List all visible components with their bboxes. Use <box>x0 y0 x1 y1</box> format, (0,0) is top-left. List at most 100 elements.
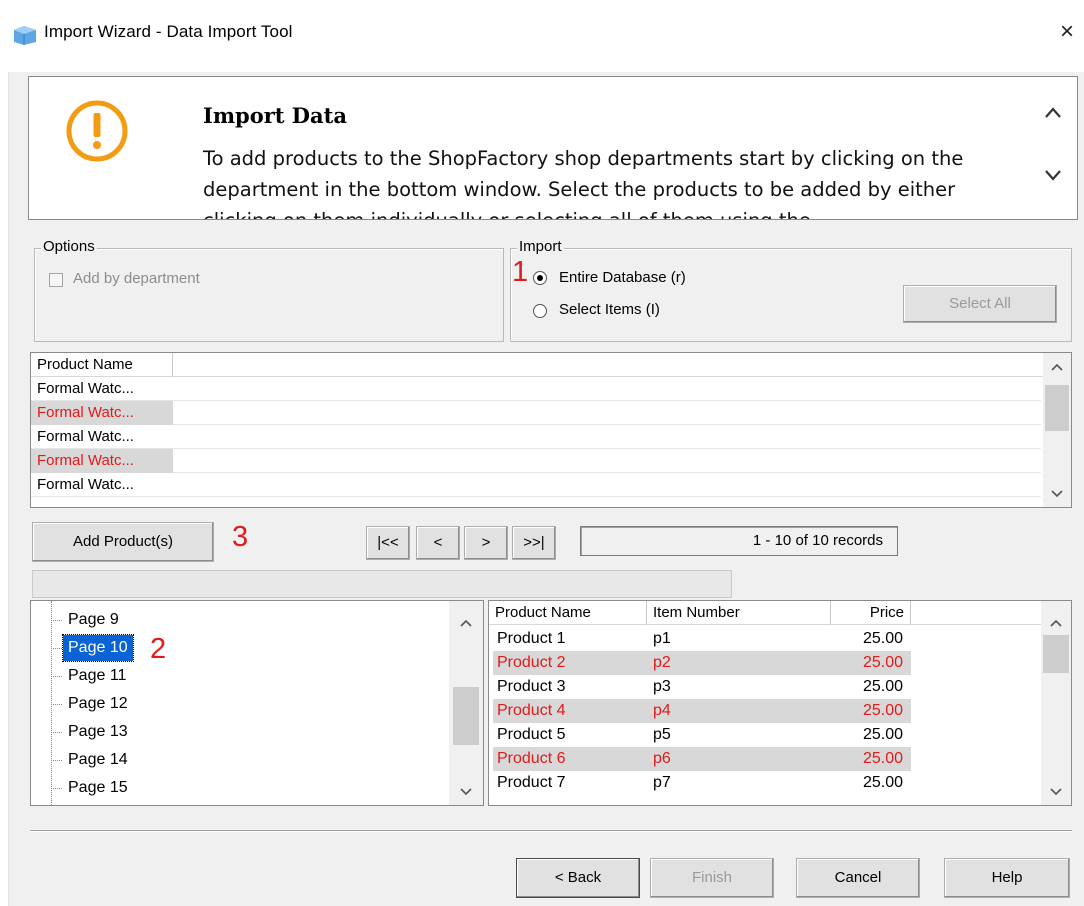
table-row[interactable]: Product 6 p6 25.00 <box>489 747 1041 771</box>
title-bar: Import Wizard - Data Import Tool × <box>0 0 1084 72</box>
product-name-cell: Product 5 <box>497 726 566 743</box>
tree-connector <box>51 732 62 733</box>
next-page-button[interactable]: > <box>464 526 508 560</box>
entire-database-radio[interactable] <box>533 271 547 285</box>
product-table-scrollbar[interactable] <box>1041 601 1071 805</box>
select-items-label[interactable]: Select Items (I) <box>559 301 660 318</box>
column-header-price[interactable]: Price <box>831 601 911 625</box>
tree-item[interactable]: Page 15 <box>63 775 133 801</box>
close-icon[interactable]: × <box>1054 18 1080 46</box>
column-header-empty <box>173 353 1043 377</box>
previous-page-button[interactable]: < <box>416 526 460 560</box>
product-name-cell: Formal Watc... <box>37 380 134 397</box>
item-number-cell: p4 <box>653 702 671 719</box>
scroll-up-icon[interactable] <box>456 613 476 633</box>
info-panel: Import Data To add products to the ShopF… <box>28 76 1078 220</box>
product-list[interactable]: Product Name Formal Watc... Formal Watc..… <box>30 352 1072 508</box>
table-row[interactable]: Product 4 p4 25.00 <box>489 699 1041 723</box>
tree-item[interactable]: Page 12 <box>63 691 133 717</box>
window-title: Import Wizard - Data Import Tool <box>44 22 293 41</box>
price-cell: 25.00 <box>862 774 903 791</box>
cancel-button[interactable]: Cancel <box>796 858 920 898</box>
product-name-cell: Formal Watc... <box>31 401 173 425</box>
column-header-product-name[interactable]: Product Name <box>489 601 647 625</box>
footer-separator <box>30 830 1072 832</box>
info-title: Import Data <box>203 103 347 128</box>
list-item[interactable]: Formal Watc... <box>31 425 1041 449</box>
product-table[interactable]: Product Name Item Number Price Product 1… <box>488 600 1072 806</box>
price-cell: 25.00 <box>862 678 903 695</box>
list-item[interactable]: Formal Watc... <box>31 449 1041 473</box>
add-by-department-checkbox[interactable] <box>49 273 63 287</box>
tree-connector <box>51 648 62 649</box>
product-name-cell: Product 2 <box>497 654 566 671</box>
tree-item[interactable]: Page 13 <box>63 719 133 745</box>
column-header-item-number[interactable]: Item Number <box>647 601 831 625</box>
table-row[interactable]: Product 2 p2 25.00 <box>489 651 1041 675</box>
table-row[interactable]: Product 7 p7 25.00 <box>489 771 1041 795</box>
scroll-up-icon[interactable] <box>1046 613 1066 633</box>
import-group: Import Entire Database (r) Select Items … <box>510 238 1072 342</box>
entire-database-label[interactable]: Entire Database (r) <box>559 269 686 286</box>
product-name-cell: Formal Watc... <box>31 449 173 473</box>
tree-connector <box>51 704 62 705</box>
price-cell: 25.00 <box>862 750 903 767</box>
price-cell: 25.00 <box>862 630 903 647</box>
chevron-down-icon[interactable] <box>1039 161 1067 189</box>
product-name-cell: Product 6 <box>497 750 566 767</box>
product-name-cell: Formal Watc... <box>37 428 134 445</box>
scroll-thumb[interactable] <box>453 687 479 745</box>
select-all-button[interactable]: Select All <box>903 285 1057 323</box>
tree-item[interactable]: Page 14 <box>63 747 133 773</box>
progress-bar <box>32 570 732 598</box>
options-legend: Options <box>41 238 97 255</box>
department-tree[interactable]: Page 9 Page 10 Page 11 Page 12 Page 13 Page 1… <box>30 600 484 806</box>
tree-connector <box>51 788 62 789</box>
column-header-empty <box>911 601 1041 625</box>
product-name-cell: Product 4 <box>497 702 566 719</box>
help-button[interactable]: Help <box>944 858 1070 898</box>
tree-item[interactable]: Page 9 <box>63 607 124 633</box>
product-name-cell: Product 3 <box>497 678 566 695</box>
tree-connector <box>51 760 62 761</box>
price-cell: 25.00 <box>862 654 903 671</box>
item-number-cell: p7 <box>653 774 671 791</box>
price-cell: 25.00 <box>862 702 903 719</box>
item-number-cell: p6 <box>653 750 671 767</box>
product-name-cell: Formal Watc... <box>37 476 134 493</box>
column-header-product-name[interactable]: Product Name <box>31 353 173 377</box>
list-item[interactable]: Formal Watc... <box>31 401 1041 425</box>
scroll-thumb[interactable] <box>1045 385 1069 431</box>
scroll-up-icon[interactable] <box>1047 357 1067 377</box>
product-name-cell: Product 1 <box>497 630 566 647</box>
tree-item[interactable]: Page 10 <box>62 634 134 662</box>
list-item[interactable]: Formal Watc... <box>31 473 1041 497</box>
tree-connector <box>51 676 62 677</box>
annotation-3: 3 <box>232 521 249 553</box>
info-description: To add products to the ShopFactory shop … <box>203 147 964 219</box>
import-wizard-icon <box>14 26 36 45</box>
select-items-radio[interactable] <box>533 304 547 318</box>
first-page-button[interactable]: |<< <box>366 526 410 560</box>
tree-scrollbar[interactable] <box>449 601 483 805</box>
annotation-2: 2 <box>150 633 167 665</box>
finish-button[interactable]: Finish <box>650 858 774 898</box>
product-list-scrollbar[interactable] <box>1043 353 1071 507</box>
add-by-department-label: Add by department <box>73 270 200 287</box>
tree-item[interactable]: Page 11 <box>63 663 131 689</box>
scroll-down-icon[interactable] <box>456 781 476 801</box>
chevron-up-icon[interactable] <box>1039 99 1067 127</box>
back-button[interactable]: < Back <box>516 858 640 898</box>
add-products-button[interactable]: Add Product(s) <box>32 522 214 562</box>
table-row[interactable]: Product 1 p1 25.00 <box>489 627 1041 651</box>
scroll-down-icon[interactable] <box>1046 781 1066 801</box>
scroll-down-icon[interactable] <box>1047 483 1067 503</box>
table-row[interactable]: Product 3 p3 25.00 <box>489 675 1041 699</box>
item-number-cell: p3 <box>653 678 671 695</box>
annotation-1: 1 <box>512 256 529 288</box>
last-page-button[interactable]: >>| <box>512 526 556 560</box>
list-item[interactable]: Formal Watc... <box>31 377 1041 401</box>
scroll-thumb[interactable] <box>1043 635 1069 673</box>
table-row[interactable]: Product 5 p5 25.00 <box>489 723 1041 747</box>
records-count: 1 - 10 of 10 records <box>580 526 898 556</box>
